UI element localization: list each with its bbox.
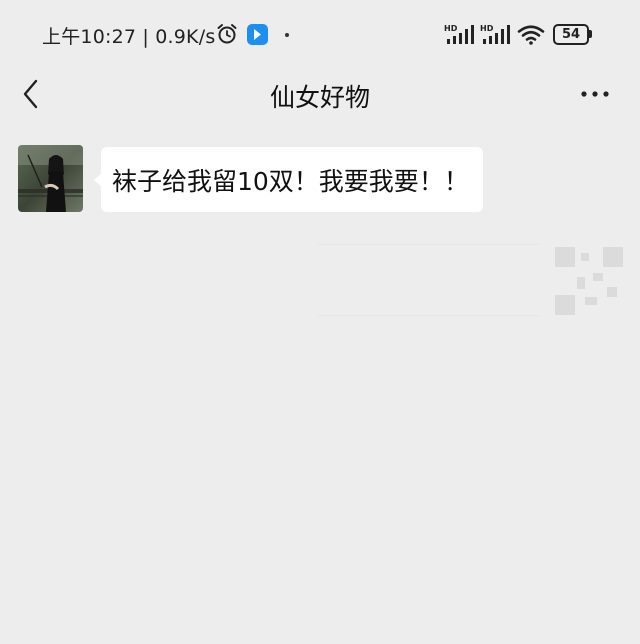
status-time: 上午10:27 | 0.9K/s [42, 26, 216, 48]
message-bubble[interactable]: 袜子给我留10双！我要我要！！ [94, 147, 483, 212]
battery-icon: 54 [553, 24, 593, 45]
wifi-icon [517, 25, 545, 45]
cellular-signal-icon: HD [444, 24, 474, 44]
notification-app-icon [247, 24, 268, 45]
alarm-clock-icon [217, 24, 237, 44]
faded-background-card [318, 244, 540, 316]
faded-qr-code-icon [555, 247, 623, 315]
status-bar: 上午10:27 | 0.9K/s HD HD 54 [0, 0, 640, 70]
battery-level: 54 [561, 27, 581, 42]
notification-dot-icon [285, 33, 289, 37]
message-row: 袜子给我留10双！我要我要！！ [18, 145, 618, 215]
cellular-signal-icon: HD [480, 24, 510, 44]
bubble-tail [94, 173, 102, 187]
chat-header: 仙女好物 [0, 70, 640, 118]
network-1-label: HD [444, 24, 458, 33]
network-2-label: HD [480, 24, 494, 33]
sender-avatar[interactable] [18, 145, 83, 212]
more-options-button[interactable] [572, 78, 618, 110]
message-text: 袜子给我留10双！我要我要！！ [112, 166, 469, 196]
chat-title: 仙女好物 [269, 83, 370, 112]
